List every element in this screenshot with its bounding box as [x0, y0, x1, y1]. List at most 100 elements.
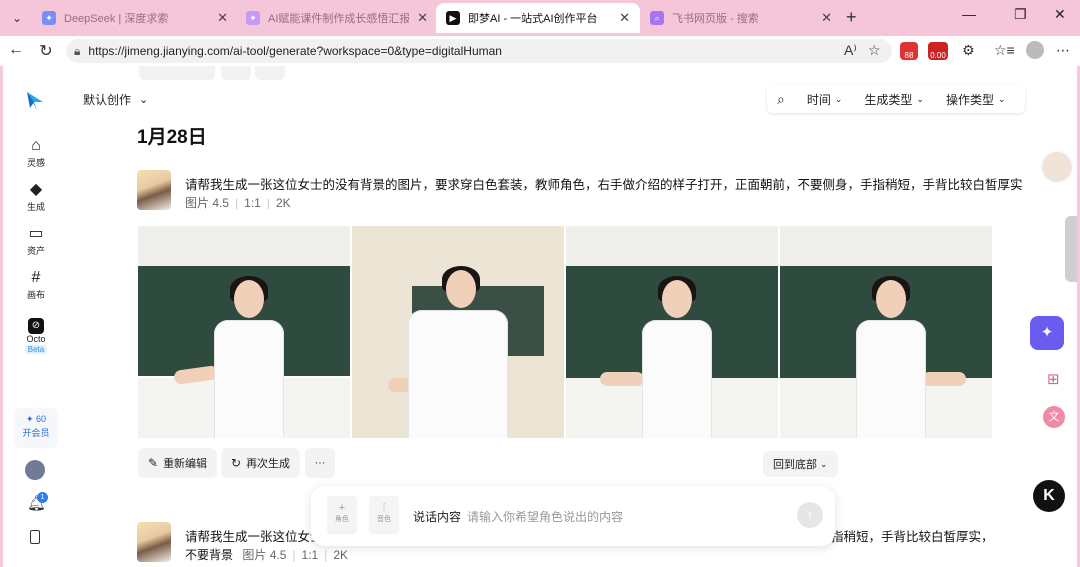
- reference-thumbnail[interactable]: [137, 522, 171, 562]
- sidebar-item-assets[interactable]: ▭ 资产: [3, 224, 69, 257]
- filter-label: 操作类型: [945, 92, 994, 107]
- browser-tab-strip: ⌄ ✦ DeepSeek | 深度求索 ✕ ✦ AI赋能课件制作成长感悟汇报 -…: [0, 0, 1080, 36]
- sidebar-item-label: 画布: [26, 290, 45, 300]
- generation-meta: 图片 4.5 | 1:1 | 2K: [185, 196, 291, 210]
- octo-icon: ⊘: [3, 314, 69, 334]
- close-icon[interactable]: ✕: [821, 10, 832, 26]
- model-label: 图片 4.5: [242, 548, 287, 562]
- tab-actions-menu-icon[interactable]: ⌄: [6, 8, 28, 28]
- mobile-app-icon[interactable]: [30, 530, 40, 544]
- resolution-label: 2K: [333, 548, 349, 562]
- sidebar-item-generate[interactable]: ◆ 生成: [3, 180, 69, 213]
- prompt-text: 请帮我生成一张这位女士的没有背景的图片，要求穿白色套装，教师角色，右手做介绍的样…: [185, 178, 1023, 192]
- user-avatar[interactable]: [25, 460, 45, 480]
- extensions-puzzle-icon[interactable]: ⚙: [962, 42, 975, 59]
- generated-image[interactable]: [780, 226, 992, 438]
- more-icon: ···: [314, 457, 326, 469]
- filter-generation-type[interactable]: 生成类型 ⌄: [864, 91, 924, 108]
- tab-feishu-search[interactable]: ⌕ 飞书网页版 - 搜索 ✕: [640, 3, 842, 33]
- restore-icon[interactable]: ❐: [1014, 6, 1027, 23]
- prompt-text-start: 请帮我生成一张这位女士: [185, 530, 323, 544]
- chevron-down-icon: ⌄: [997, 93, 1006, 104]
- close-icon[interactable]: ✕: [417, 10, 428, 26]
- favorites-list-icon[interactable]: ☆≡: [994, 42, 1015, 59]
- generated-image[interactable]: [138, 226, 350, 438]
- vip-label: 开会员: [22, 428, 50, 438]
- edit-icon: ✎: [148, 456, 159, 470]
- deepseek-favicon-icon: ✦: [42, 11, 56, 25]
- workspace-dropdown[interactable]: 默认创作 ⌄: [73, 86, 158, 112]
- search-icon[interactable]: ⌕: [777, 91, 785, 108]
- filter-operation-type[interactable]: 操作类型 ⌄: [946, 91, 1006, 108]
- extension-badge-icon[interactable]: 88: [900, 42, 918, 60]
- ext-badge-count: 88: [904, 51, 914, 60]
- copilot-icon[interactable]: ✦: [1030, 316, 1064, 350]
- tab-title: 即梦AI - 一站式AI创作平台: [468, 13, 598, 25]
- model-label: 图片 4.5: [185, 196, 230, 210]
- vip-membership-button[interactable]: ✦ 60 开会员: [14, 408, 58, 448]
- button-label: 再次生成: [246, 458, 291, 470]
- window-close-icon[interactable]: ✕: [1054, 6, 1066, 23]
- doc-favicon-icon: ✦: [246, 11, 260, 25]
- regenerate-button[interactable]: ↻ 再次生成: [221, 448, 301, 478]
- apps-grid-icon[interactable]: ⊞: [1047, 370, 1060, 388]
- re-edit-button[interactable]: ✎ 重新编辑: [138, 448, 218, 478]
- extension-badge-icon[interactable]: 0.00: [928, 42, 948, 60]
- tab-ai-courseware[interactable]: ✦ AI赋能课件制作成长感悟汇报 - De ✕: [236, 3, 438, 33]
- translate-icon[interactable]: 文: [1043, 406, 1065, 428]
- plus-icon: +: [338, 502, 346, 514]
- prev-action-button-stub[interactable]: [221, 66, 251, 80]
- reference-thumbnail[interactable]: [137, 170, 171, 210]
- speech-content-label: 说话内容: [413, 510, 462, 524]
- character-upload-slot[interactable]: + 角色: [327, 496, 357, 534]
- speech-content-input[interactable]: 请输入你希望角色说出的内容: [467, 508, 623, 525]
- sidebar-item-inspiration[interactable]: ⌂ 灵感: [3, 136, 69, 169]
- left-sidebar: ⌂ 灵感 ◆ 生成 ▭ 资产 # 画布 ⊘ Octo Beta ✦ 60 开会员…: [3, 66, 69, 567]
- sidebar-item-label: 生成: [26, 202, 45, 212]
- prev-action-button-stub[interactable]: [255, 66, 285, 80]
- folder-icon: ▭: [28, 225, 44, 242]
- k-extension-icon[interactable]: K: [1033, 480, 1065, 512]
- side-panel-handle[interactable]: [1065, 216, 1077, 282]
- resolution-label: 2K: [275, 196, 291, 210]
- double-chevron-down-icon: ⌄: [820, 458, 828, 469]
- beta-badge: Beta: [24, 345, 48, 354]
- diamond-icon: ◆: [29, 181, 43, 198]
- read-aloud-icon[interactable]: A⁾: [844, 42, 857, 59]
- chevron-down-icon: ⌄: [834, 93, 843, 104]
- date-heading: 1月28日: [137, 127, 207, 148]
- voice-upload-slot[interactable]: ⫶ 音色: [369, 496, 399, 534]
- prev-action-button-stub[interactable]: [139, 66, 215, 80]
- favorite-star-icon[interactable]: ☆: [868, 42, 881, 59]
- jimeng-favicon-icon: ▶: [446, 11, 460, 25]
- back-arrow-icon[interactable]: ←: [6, 41, 26, 59]
- profile-avatar-icon[interactable]: [1026, 41, 1044, 59]
- generated-image[interactable]: [566, 226, 778, 438]
- generation-meta: 不要背景 图片 4.5 | 1:1 | 2K: [185, 548, 349, 562]
- url-field[interactable]: 🔒︎ https://jimeng.jianying.com/ai-tool/g…: [66, 39, 892, 63]
- close-icon[interactable]: ✕: [217, 10, 228, 26]
- button-label: 回到底部: [773, 459, 817, 471]
- address-bar: ← ↻ 🔒︎ https://jimeng.jianying.com/ai-to…: [0, 36, 1080, 66]
- more-menu-icon[interactable]: ⋯: [1056, 42, 1070, 59]
- send-arrow-icon[interactable]: ↑: [797, 502, 823, 528]
- jimeng-logo-icon[interactable]: [25, 90, 45, 112]
- new-tab-icon[interactable]: +: [846, 7, 857, 28]
- filter-time[interactable]: 时间 ⌄: [807, 91, 843, 108]
- tab-jimeng[interactable]: ▶ 即梦AI - 一站式AI创作平台 ✕: [436, 3, 640, 33]
- tab-deepseek[interactable]: ✦ DeepSeek | 深度求索 ✕: [32, 3, 238, 33]
- notification-count-badge: 1: [37, 492, 48, 503]
- minimize-icon[interactable]: —: [962, 6, 976, 22]
- ratio-label: 1:1: [244, 196, 261, 210]
- slot-label: 音色: [377, 516, 391, 523]
- close-icon[interactable]: ✕: [619, 10, 630, 26]
- sidebar-item-octo[interactable]: ⊘ Octo Beta: [3, 314, 69, 354]
- sidebar-item-canvas[interactable]: # 画布: [3, 268, 69, 301]
- generated-image[interactable]: [352, 226, 564, 438]
- filter-label: 生成类型: [864, 92, 913, 107]
- assistant-avatar-icon[interactable]: [1043, 152, 1071, 180]
- back-to-bottom-button[interactable]: 回到底部 ⌄: [763, 451, 838, 477]
- refresh-icon[interactable]: ↻: [36, 41, 56, 61]
- more-options-button[interactable]: ···: [305, 448, 335, 478]
- chevron-down-icon: ⌄: [916, 93, 924, 104]
